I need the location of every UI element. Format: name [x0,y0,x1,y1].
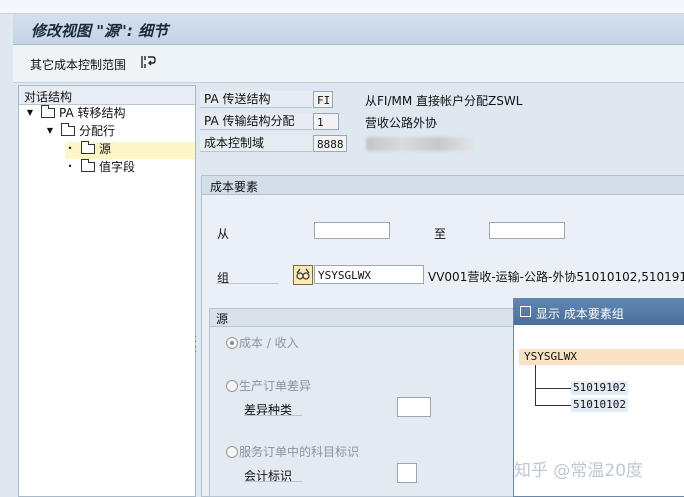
watermark: 知乎 @常温20度 [514,461,644,481]
from-label: 从 [217,227,230,241]
cost-element-group-description: VV001营收-运输-公路-外协51010102,5101910 [428,270,684,284]
cost-revenue-label: 成本 / 收入 [239,336,299,350]
title-bar: 修改视图 "源": 细节 [13,14,684,45]
folder-icon [41,105,55,118]
cost-elements-header: 成本要素 [202,176,684,195]
display-group-icon[interactable] [293,265,313,285]
pa-transfer-assignment-label: PA 传输结构分配 [200,113,312,130]
production-order-variance-label: 生产订单差异 [239,379,312,393]
cost-element-group-input[interactable]: YSYSGLWX [314,265,424,284]
from-cost-element-input[interactable] [314,222,390,239]
bullet-icon: • [67,162,73,171]
pa-transfer-assignment-field[interactable]: 1 [313,113,339,130]
page-title: 修改视图 "源": 细节 [31,22,169,40]
service-order-account-radio[interactable] [226,446,238,458]
switch-icon[interactable] [140,54,156,70]
tree-item-pa-transfer-structure[interactable]: ▼ PA 转移结构 [19,105,195,123]
open-folder-icon [81,141,95,154]
cost-revenue-radio[interactable] [226,337,238,349]
pa-transfer-structure-field[interactable]: FI [313,91,333,108]
production-order-variance-radio[interactable] [226,380,238,392]
group-label-underline [217,283,279,284]
source-title: 源 [216,312,229,326]
tree-item-label: 分配行 [79,124,116,138]
to-label: 至 [434,227,447,241]
tree-item-label: PA 转移结构 [59,106,126,120]
source-header: 源 [210,309,520,327]
group-child-node[interactable]: 51010102 [571,398,628,412]
tree-item-value-fields[interactable]: • 值字段 [65,159,195,177]
popup-title: 显示 成本要素组 [536,307,624,321]
pa-transfer-assignment-description: 营收公路外协 [365,116,438,130]
expand-icon[interactable]: ▼ [45,124,55,138]
tree-item-source[interactable]: • 源 [65,141,195,159]
application-toolbar: 其它成本控制范围 [13,45,684,83]
variance-category-underline [244,415,302,416]
window-top-strip [0,0,684,14]
group-root-node[interactable]: YSYSGLWX [519,349,684,365]
dialog-structure-tree: 对话结构 ▼ PA 转移结构 ▼ 分配行 • 源 • 值字段 [18,85,196,497]
popup-title-bar[interactable]: 显示 成本要素组 [514,299,684,325]
tree-connector [535,405,571,406]
to-cost-element-input[interactable] [489,222,565,239]
tree-item-assignment-lines[interactable]: ▼ 分配行 [19,123,195,141]
expand-icon[interactable]: ▼ [25,106,35,120]
tree-connector [535,388,571,389]
group-child-node[interactable]: 51019102 [571,381,628,395]
controlling-area-field[interactable]: 8888 [313,135,347,152]
tree-header: 对话结构 [19,86,195,105]
source-group: 源 成本 / 收入 生产订单差异 差异种类 服务订单中的科目标识 会计标识 [209,308,521,497]
pa-transfer-structure-label: PA 传送结构 [200,91,312,108]
folder-icon [61,123,75,136]
tree-connector [535,365,536,406]
cost-elements-title: 成本要素 [210,180,259,194]
service-order-account-label: 服务订单中的科目标识 [239,445,360,459]
pa-transfer-structure-description: 从FI/MM 直接帐户分配ZSWL [365,94,523,108]
tree-item-label: 源 [99,142,112,156]
bullet-icon: • [67,144,73,153]
variance-category-input[interactable] [397,397,431,417]
redacted-description [366,137,474,151]
controlling-area-label: 成本控制域 [200,135,312,152]
account-indicator-underline [244,481,302,482]
other-controlling-area-button[interactable]: 其它成本控制范围 [30,56,126,73]
tree-item-label: 值字段 [99,160,136,174]
pane-splitter-handle[interactable]: · · · · [194,333,197,358]
folder-icon [81,159,95,172]
tree-header-label: 对话结构 [24,90,73,104]
window-icon [520,306,531,317]
account-indicator-input[interactable] [397,463,417,483]
